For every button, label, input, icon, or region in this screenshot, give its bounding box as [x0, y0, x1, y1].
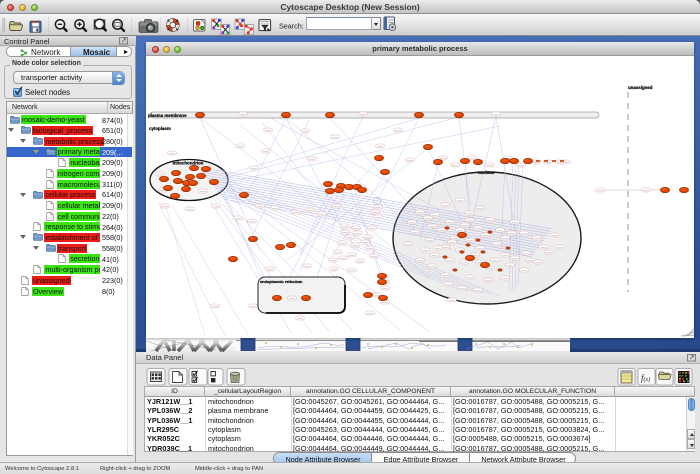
svg-text:cytoplasm: cytoplasm	[149, 126, 171, 131]
svg-text:Search:: Search:	[279, 22, 304, 31]
svg-text:plasma membrane: plasma membrane	[148, 113, 187, 118]
svg-text:endoplasmic reticulum: endoplasmic reticulum	[260, 279, 303, 284]
svg-text:unassigned: unassigned	[628, 85, 653, 90]
svg-text:nucleus: nucleus	[478, 170, 495, 175]
svg-text:mitochondrion: mitochondrion	[173, 161, 204, 166]
